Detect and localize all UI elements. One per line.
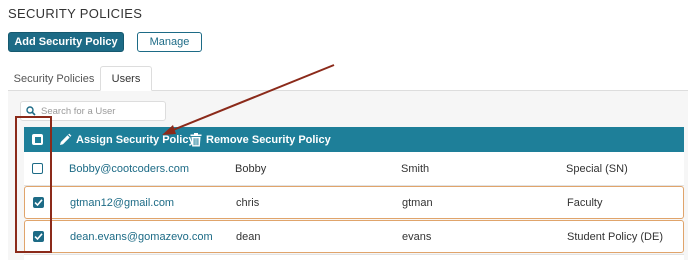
checkmark-icon bbox=[34, 233, 43, 241]
assign-security-policy-label: Assign Security Policy bbox=[76, 133, 195, 146]
trash-icon bbox=[190, 132, 202, 146]
user-email-link[interactable]: gtman12@gmail.com bbox=[70, 197, 174, 209]
table-row[interactable]: Bobby@cootcoders.com Bobby Smith Special… bbox=[24, 152, 684, 186]
user-first-name: chris bbox=[236, 196, 260, 209]
partial-indicator bbox=[34, 136, 41, 143]
table-row[interactable]: gtman12@gmail.com chris gtman Faculty bbox=[24, 186, 684, 219]
page: SECURITY POLICIES Add Security Policy Ma… bbox=[0, 0, 688, 260]
assign-security-policy-action[interactable]: Assign Security Policy bbox=[58, 127, 195, 152]
search-input[interactable] bbox=[41, 105, 161, 117]
tab-users[interactable]: Users bbox=[100, 66, 152, 91]
user-last-name: evans bbox=[402, 230, 432, 243]
page-title: SECURITY POLICIES bbox=[8, 6, 143, 21]
remove-security-policy-action[interactable]: Remove Security Policy bbox=[190, 127, 331, 152]
row-checkbox[interactable] bbox=[33, 197, 44, 208]
checkmark-icon bbox=[34, 199, 43, 207]
table-row-partial bbox=[24, 254, 684, 260]
tab-security-policies[interactable]: Security Policies bbox=[8, 66, 100, 91]
table-row[interactable]: dean.evans@gomazevo.com dean evans Stude… bbox=[24, 220, 684, 253]
user-security-policy: Special (SN) bbox=[566, 162, 628, 175]
search-icon bbox=[21, 106, 41, 116]
search-box[interactable] bbox=[20, 101, 166, 121]
remove-security-policy-label: Remove Security Policy bbox=[206, 133, 331, 146]
user-first-name: Bobby bbox=[235, 162, 267, 175]
user-last-name: Smith bbox=[401, 162, 430, 175]
user-security-policy: Student Policy (DE) bbox=[567, 230, 663, 243]
user-email-link[interactable]: dean.evans@gomazevo.com bbox=[70, 231, 213, 243]
row-checkbox[interactable] bbox=[32, 163, 43, 174]
pencil-icon bbox=[60, 133, 72, 145]
manage-button[interactable]: Manage bbox=[137, 32, 202, 52]
row-checkbox[interactable] bbox=[33, 231, 44, 242]
tab-bar: Security Policies Users bbox=[8, 66, 688, 91]
user-email-link[interactable]: Bobby@cootcoders.com bbox=[69, 163, 189, 175]
add-security-policy-button[interactable]: Add Security Policy bbox=[8, 32, 124, 52]
select-all-checkbox[interactable] bbox=[32, 134, 43, 145]
table-header: Assign Security Policy Remove Security P… bbox=[24, 127, 684, 152]
user-last-name: gtman bbox=[402, 196, 433, 209]
user-first-name: dean bbox=[236, 230, 261, 243]
user-security-policy: Faculty bbox=[567, 196, 603, 209]
